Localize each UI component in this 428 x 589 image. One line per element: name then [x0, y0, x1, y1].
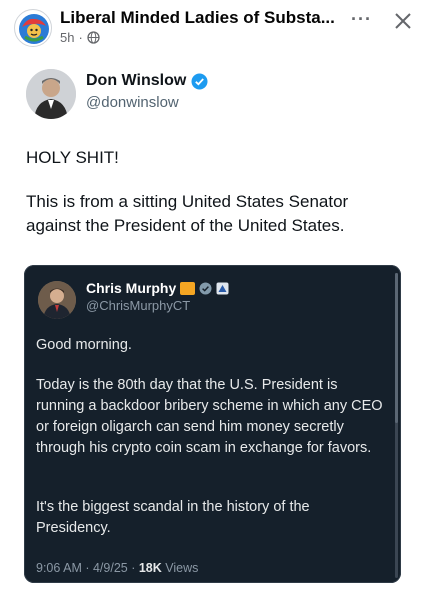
government-badge-icon	[199, 282, 212, 294]
quoted-paragraph-2: Today is the 80th day that the U.S. Pres…	[36, 377, 383, 456]
quoted-author-name: Chris Murphy	[86, 280, 229, 296]
post-header: Liberal Minded Ladies of Substa... 5h · …	[0, 6, 428, 50]
close-icon[interactable]	[390, 8, 416, 34]
quoted-paragraph-1: Good morning.	[36, 337, 132, 353]
tweet-author-name: Don Winslow	[86, 72, 208, 90]
verified-badge-icon	[191, 73, 208, 89]
quoted-tweet-card: Chris Murphy @ChrisMurphyCT Good morning…	[24, 265, 401, 583]
quoted-author-avatar	[38, 281, 76, 319]
quoted-tweet-footer: 9:06 AM · 4/9/25 · 18K Views	[36, 561, 198, 575]
quoted-author-name-text: Chris Murphy	[86, 280, 177, 296]
tweet-author-avatar	[26, 69, 76, 119]
globe-icon	[87, 31, 100, 44]
post-meta: 5h ·	[60, 30, 100, 45]
shared-tweet-image[interactable]: Don Winslow @donwinslow HOLY SHIT! This …	[0, 54, 428, 589]
group-name[interactable]: Liberal Minded Ladies of Substa...	[60, 8, 350, 28]
meta-separator: ·	[78, 30, 83, 45]
quoted-author-handle: @ChrisMurphyCT	[86, 298, 191, 313]
affiliate-badge-icon	[216, 282, 229, 294]
tweet-text-line2: This is from a sitting United States Sen…	[26, 192, 349, 235]
post-time[interactable]: 5h	[60, 30, 74, 45]
facebook-post-viewer: Liberal Minded Ladies of Substa... 5h · …	[0, 0, 428, 589]
quoted-paragraph-3: It's the biggest scandal in the history …	[36, 499, 310, 536]
quoted-avatar-photo	[38, 281, 76, 319]
tweet-text-line1: HOLY SHIT!	[26, 148, 119, 167]
more-options-icon[interactable]: ···	[351, 9, 372, 30]
quoted-timestamp: 9:06 AM · 4/9/25 ·	[36, 561, 139, 575]
card-scroll-thumb[interactable]	[395, 273, 398, 423]
flag-icon	[180, 281, 196, 295]
quoted-views-label: Views	[161, 561, 199, 575]
group-avatar[interactable]	[14, 9, 52, 47]
group-logo-icon	[19, 14, 49, 44]
avatar-photo	[26, 69, 76, 119]
tweet-author-handle: @donwinslow	[86, 94, 179, 111]
tweet-author-name-text: Don Winslow	[86, 72, 187, 89]
quoted-views-count: 18K	[138, 561, 162, 575]
